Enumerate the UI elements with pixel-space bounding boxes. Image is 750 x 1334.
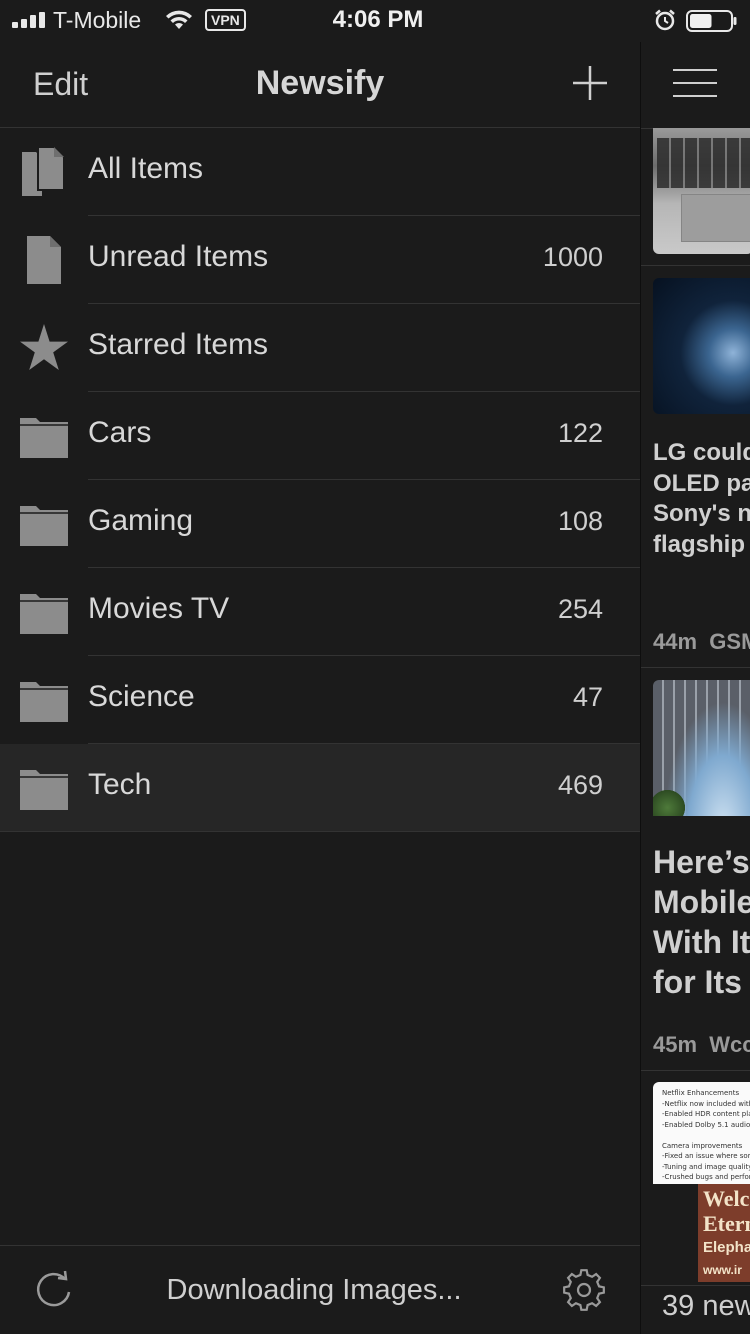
feed-list: All Items Unread Items 1000 Starred Items Ca… [0, 128, 640, 832]
sidebar-item-label: Tech [88, 768, 152, 801]
promo-text: Welc [703, 1186, 750, 1211]
unread-count: 469 [557, 770, 603, 800]
sidebar-item-gaming[interactable]: Gaming 108 [0, 480, 640, 568]
article-thumbnail-changelog[interactable]: Netflix Enhancements -Netflix now includ… [653, 1082, 750, 1184]
article-source: GSM [709, 629, 750, 654]
add-feed-button[interactable] [571, 64, 609, 102]
article-title-line: With It [653, 924, 750, 960]
article-meta: 45m Wcc [653, 1032, 750, 1058]
article-title[interactable]: Here’s Mobile With It for Its [653, 842, 750, 1002]
sidebar-item-movies-tv[interactable]: Movies TV 254 [0, 568, 640, 656]
status-bar: T-Mobile VPN 4:06 PM [0, 0, 750, 42]
new-articles-bar: 39 new [641, 1285, 750, 1334]
article-title-line: for Its [653, 964, 742, 1000]
article-age: 45m [653, 1032, 698, 1057]
article-meta: 44m GSM [653, 629, 750, 655]
battery-icon [686, 10, 737, 32]
article-title-line: Sony's n [653, 500, 750, 527]
divider [641, 667, 750, 668]
download-status-text: Downloading Images... [166, 1274, 462, 1306]
folder-icon [18, 498, 70, 550]
settings-gear-icon[interactable] [560, 1266, 608, 1314]
sidebar-item-label: All Items [88, 152, 204, 185]
sidebar-item-all-items[interactable]: All Items [0, 128, 640, 216]
folder-icon [18, 410, 70, 462]
article-title-line: flagship [653, 530, 746, 558]
article-title[interactable]: LG could OLED pa Sony's n flagship [653, 438, 750, 560]
clock: 4:06 PM [332, 6, 424, 33]
sidebar-item-label: Cars [88, 416, 152, 449]
unread-count: 47 [572, 682, 603, 712]
feed-menu-pane: Edit Newsify All Items Unread Items 1000 St… [0, 42, 640, 1334]
sidebar-item-label: Science [88, 680, 195, 713]
all-items-icon [18, 146, 70, 198]
article-title-line: Here’s [653, 844, 750, 880]
article-title-line: Mobile [653, 884, 750, 920]
sidebar-item-label: Movies TV [88, 592, 230, 625]
article-list-pane[interactable]: LG could OLED pa Sony's n flagship 44m G… [640, 42, 750, 1334]
hamburger-menu-icon[interactable] [673, 68, 717, 98]
unread-count: 254 [557, 594, 603, 624]
new-articles-count[interactable]: 39 new [662, 1290, 750, 1323]
promo-text: Elepha [703, 1239, 750, 1256]
unread-count: 122 [557, 418, 603, 448]
article-thumbnail-laptop[interactable] [653, 128, 750, 254]
article-title-line: OLED pa [653, 469, 750, 497]
sidebar-item-label: Unread Items [88, 240, 269, 273]
star-icon [18, 322, 70, 374]
navigation-bar: Edit Newsify [0, 42, 640, 128]
folder-icon [18, 762, 70, 814]
unread-count: 1000 [542, 242, 603, 272]
divider [641, 265, 750, 266]
promo-text: www.ir [703, 1263, 742, 1277]
article-thumbnail-oled[interactable] [653, 278, 750, 414]
sidebar-item-science[interactable]: Science 47 [0, 656, 640, 744]
promo-text: Etern [703, 1211, 750, 1236]
sidebar-item-tech[interactable]: Tech 469 [0, 744, 640, 832]
article-age: 44m [653, 629, 698, 654]
sidebar-item-unread-items[interactable]: Unread Items 1000 [0, 216, 640, 304]
folder-icon [18, 586, 70, 638]
alarm-icon [655, 9, 675, 31]
article-thumbnail-building[interactable] [653, 680, 750, 816]
divider [641, 1070, 750, 1071]
article-title-line: LG could [653, 439, 750, 466]
page-title: Newsify [255, 64, 385, 102]
article-thumbnail-promo[interactable]: Welc Etern Elepha www.ir [698, 1184, 750, 1282]
document-icon [18, 234, 70, 286]
bottom-toolbar: Downloading Images... [0, 1245, 640, 1334]
sidebar-item-cars[interactable]: Cars 122 [0, 392, 640, 480]
article-source: Wcc [709, 1032, 750, 1057]
unread-count: 108 [557, 506, 603, 536]
sidebar-item-label: Gaming [88, 504, 194, 537]
sidebar-item-label: Starred Items [88, 328, 269, 361]
sidebar-item-starred-items[interactable]: Starred Items [0, 304, 640, 392]
folder-icon [18, 674, 70, 726]
